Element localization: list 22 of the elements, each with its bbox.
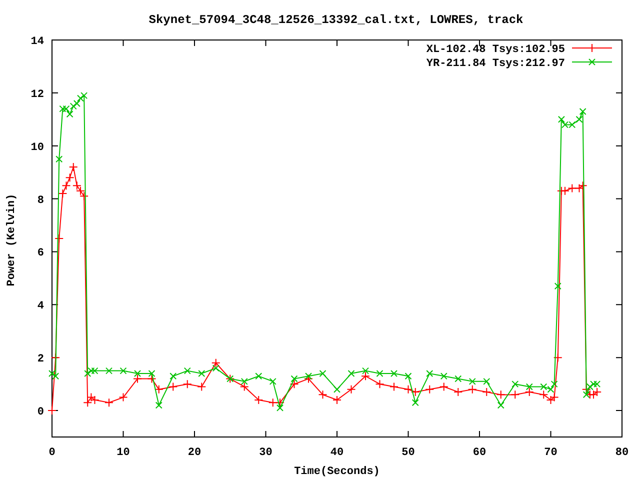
x-tick-label: 80 <box>615 447 629 459</box>
x-tick-label: 40 <box>330 447 344 459</box>
y-tick-label: 10 <box>30 142 44 154</box>
y-tick-label: 2 <box>37 354 44 366</box>
x-tick-label: 60 <box>472 447 486 459</box>
x-axis-label: Time(Seconds) <box>294 466 380 478</box>
x-tick-label: 50 <box>402 447 415 459</box>
y-tick-label: 8 <box>37 194 44 207</box>
y-tick-label: 14 <box>30 36 44 48</box>
x-tick-label: 70 <box>544 447 558 459</box>
legend-label: XL-102.48 Tsys:102.95 <box>426 44 565 56</box>
y-tick-label: 4 <box>37 300 44 313</box>
y-tick-label: 12 <box>30 88 44 101</box>
y-tick-label: 0 <box>37 406 44 419</box>
legend-label: YR-211.84 Tsys:212.97 <box>426 58 565 70</box>
y-axis-label: Power (Kelvin) <box>6 194 18 286</box>
chart-title: Skynet_57094_3C48_12526_13392_cal.txt, LOWRES, track <box>148 13 524 27</box>
x-tick-label: 0 <box>48 447 56 459</box>
x-tick-label: 30 <box>259 447 272 459</box>
y-tick-label: 6 <box>37 248 44 260</box>
x-tick-label: 20 <box>188 447 202 459</box>
x-tick-label: 10 <box>116 447 130 459</box>
